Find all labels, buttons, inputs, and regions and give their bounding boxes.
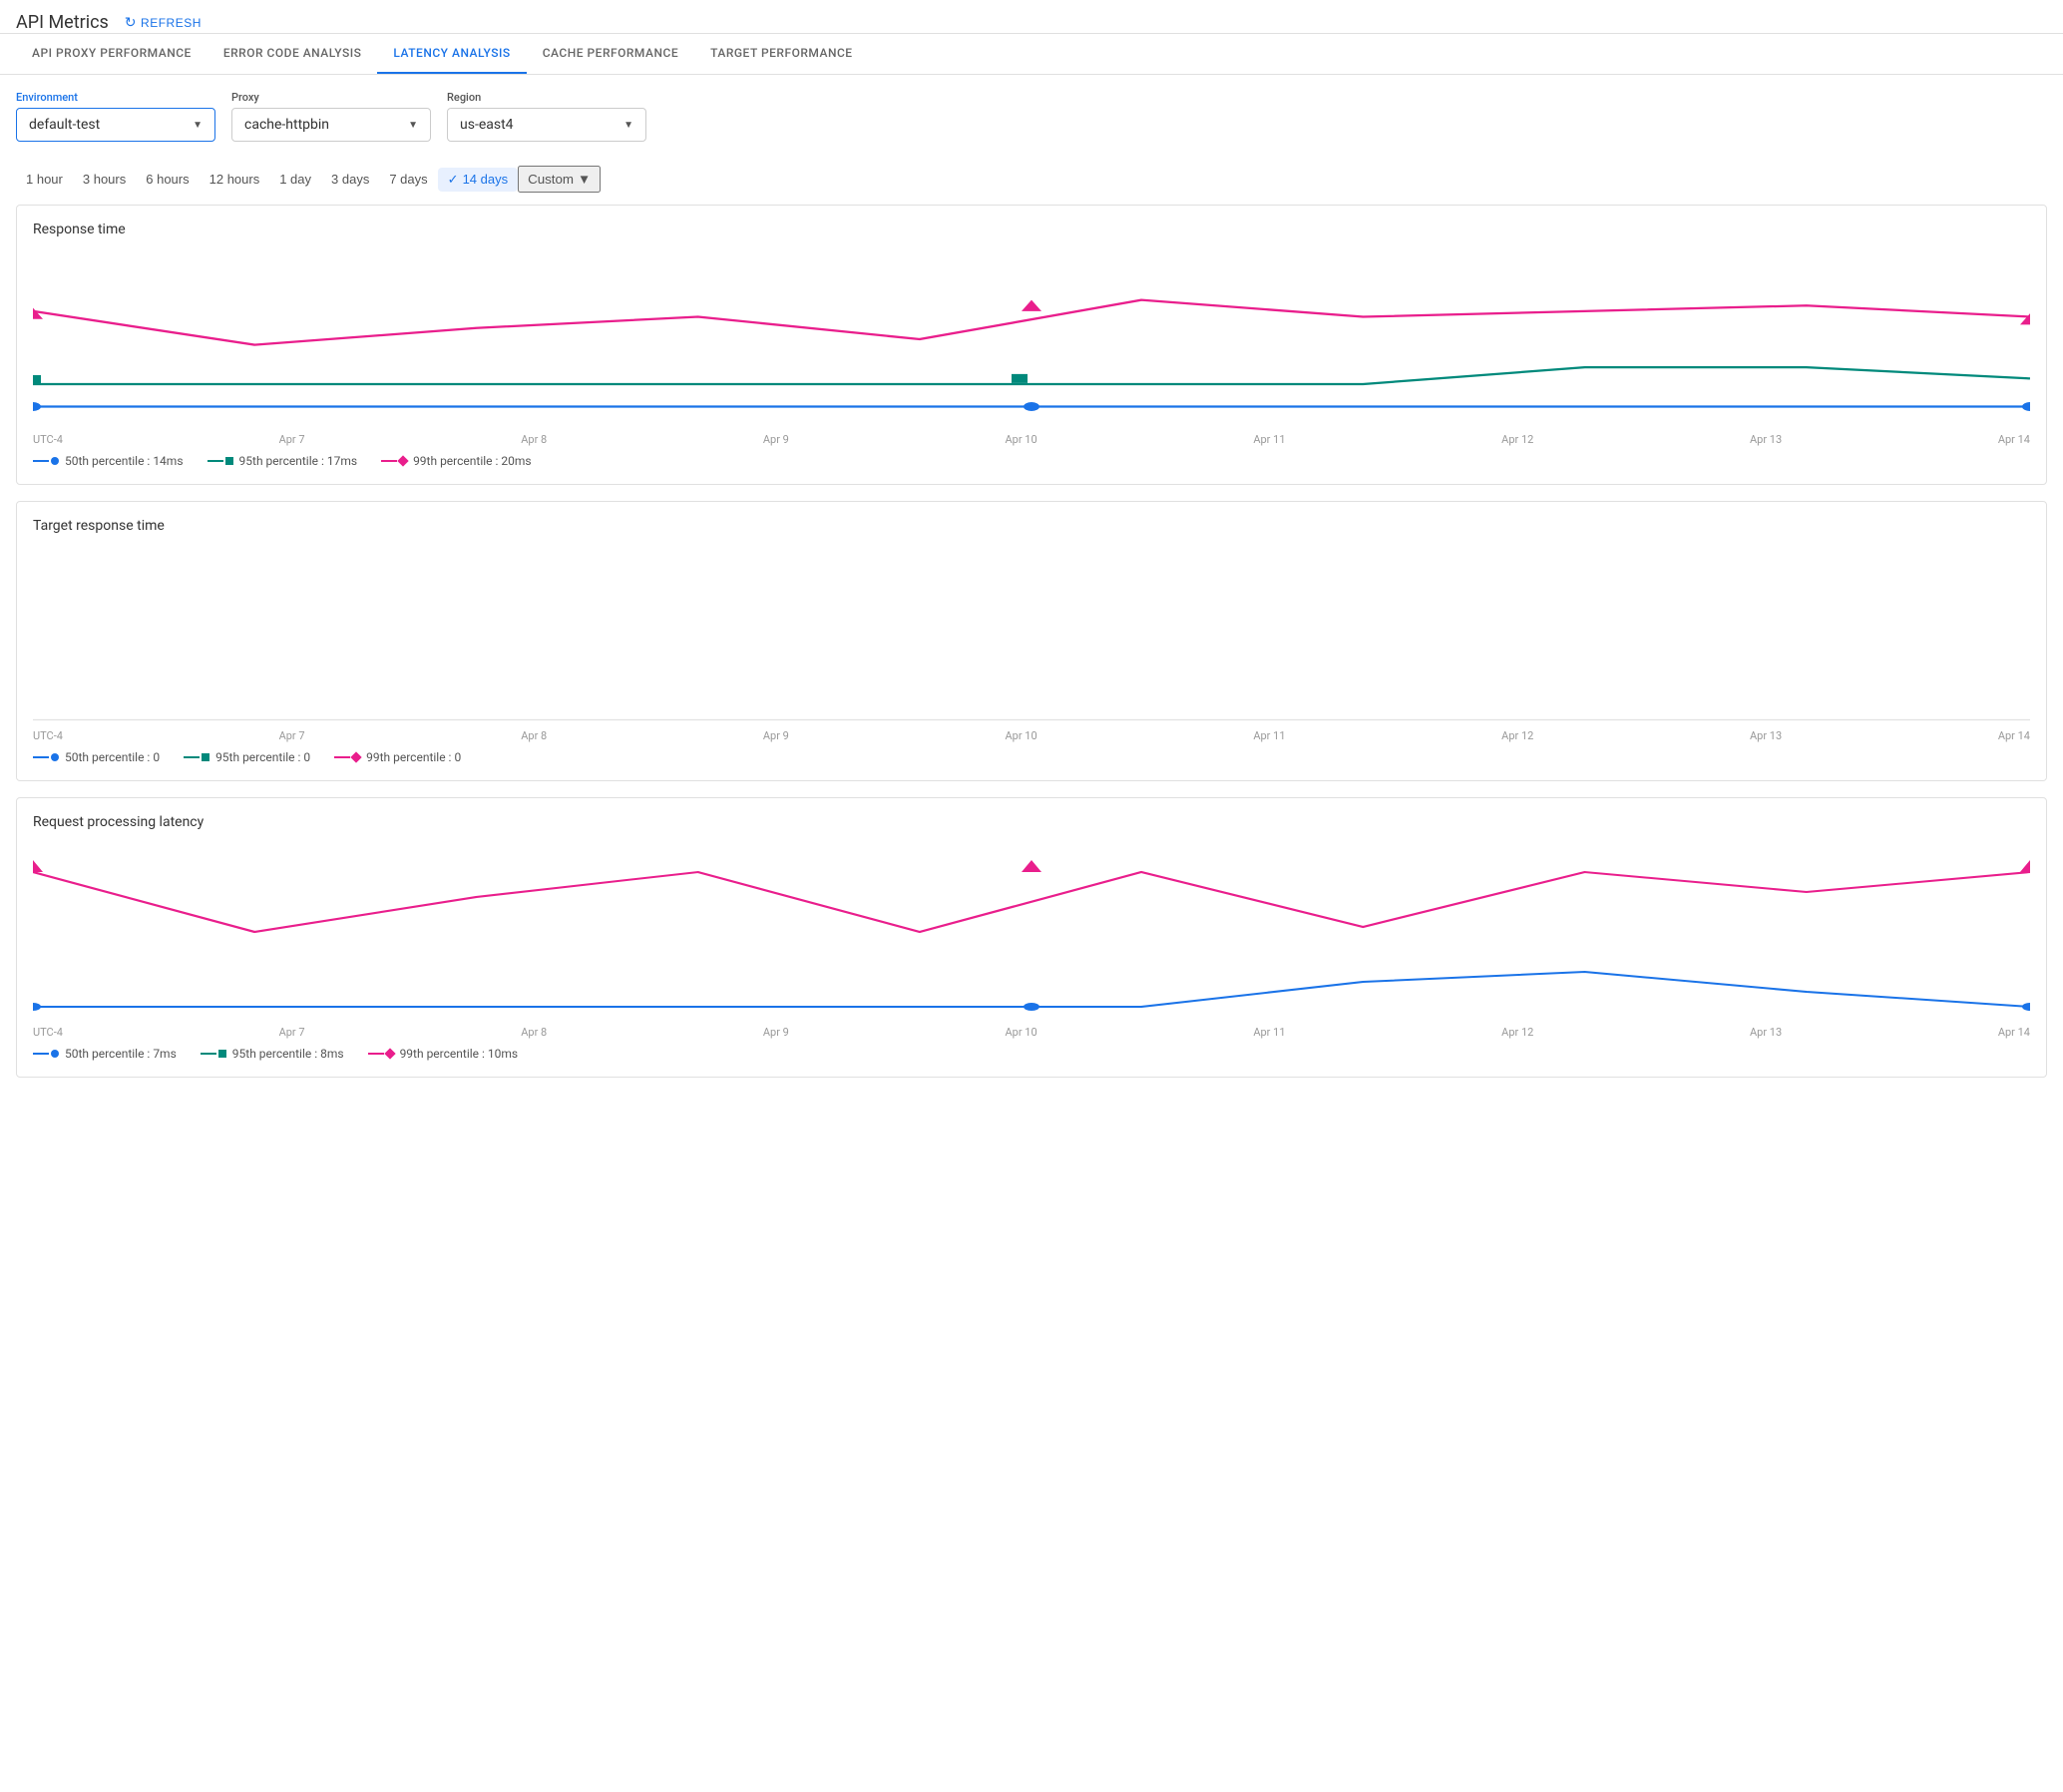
legend-99th-diamond (397, 455, 408, 466)
time-custom[interactable]: Custom ▼ (518, 166, 601, 193)
environment-label: Environment (16, 91, 215, 104)
latency-legend-95th: 95th percentile : 8ms (201, 1047, 344, 1061)
response-time-chart: Response time UTC-4 Apr 7 (16, 205, 2047, 485)
target-response-time-svg (33, 546, 2030, 725)
request-processing-latency-chart: Request processing latency UTC-4 Apr 7 A… (16, 797, 2047, 1078)
page-header: API Metrics ↻ REFRESH (0, 0, 2063, 34)
target-response-time-chart: Target response time UTC-4 Apr 7 Apr 8 A… (16, 501, 2047, 781)
region-arrow-icon: ▼ (623, 120, 633, 131)
response-time-title: Response time (33, 222, 2030, 237)
latency-legend-99th: 99th percentile : 10ms (368, 1047, 519, 1061)
legend-95th-square (225, 457, 233, 465)
refresh-icon: ↻ (125, 14, 137, 31)
page-title: API Metrics (16, 12, 109, 33)
latency-legend-50th: 50th percentile : 7ms (33, 1047, 177, 1061)
target-response-time-svg-area (33, 546, 2030, 725)
time-6hours[interactable]: 6 hours (136, 168, 199, 191)
request-processing-latency-svg (33, 842, 2030, 1022)
charts-area: Response time UTC-4 Apr 7 (0, 205, 2063, 1094)
custom-arrow-icon: ▼ (578, 172, 591, 187)
environment-filter: Environment default-test ▼ (16, 91, 215, 142)
time-7days[interactable]: 7 days (379, 168, 437, 191)
region-label: Region (447, 91, 646, 104)
environment-arrow-icon: ▼ (193, 120, 203, 131)
response-time-legend: 50th percentile : 14ms 95th percentile :… (33, 454, 2030, 468)
time-1day[interactable]: 1 day (269, 168, 321, 191)
legend-50th-dot (51, 457, 59, 465)
checkmark-icon: ✓ (448, 172, 459, 188)
filters-bar: Environment default-test ▼ Proxy cache-h… (0, 75, 2063, 158)
request-processing-latency-title: Request processing latency (33, 814, 2030, 830)
legend-50th-line (33, 460, 49, 462)
time-filter-bar: 1 hour 3 hours 6 hours 12 hours 1 day 3 … (0, 158, 2063, 205)
tab-latency[interactable]: LATENCY ANALYSIS (377, 34, 526, 74)
target-response-time-title: Target response time (33, 518, 2030, 534)
response-time-svg (33, 249, 2030, 429)
proxy-label: Proxy (231, 91, 431, 104)
time-3days[interactable]: 3 days (321, 168, 379, 191)
target-response-time-legend: 50th percentile : 0 95th percentile : 0 … (33, 750, 2030, 764)
legend-99th: 99th percentile : 20ms (381, 454, 532, 468)
tab-bar: API PROXY PERFORMANCE ERROR CODE ANALYSI… (0, 34, 2063, 75)
target-legend-50th: 50th percentile : 0 (33, 750, 160, 764)
tab-cache[interactable]: CACHE PERFORMANCE (527, 34, 694, 74)
legend-95th-line (207, 460, 223, 462)
response-time-svg-area (33, 249, 2030, 429)
environment-select[interactable]: default-test ▼ (16, 108, 215, 142)
legend-95th: 95th percentile : 17ms (207, 454, 358, 468)
tab-error-code[interactable]: ERROR CODE ANALYSIS (207, 34, 378, 74)
region-select[interactable]: us-east4 ▼ (447, 108, 646, 142)
proxy-filter: Proxy cache-httpbin ▼ (231, 91, 431, 142)
proxy-arrow-icon: ▼ (408, 120, 418, 131)
time-3hours[interactable]: 3 hours (73, 168, 136, 191)
target-legend-95th: 95th percentile : 0 (184, 750, 310, 764)
region-filter: Region us-east4 ▼ (447, 91, 646, 142)
legend-50th: 50th percentile : 14ms (33, 454, 184, 468)
request-processing-latency-svg-area (33, 842, 2030, 1022)
target-legend-99th: 99th percentile : 0 (334, 750, 461, 764)
tab-target[interactable]: TARGET PERFORMANCE (694, 34, 868, 74)
refresh-button[interactable]: ↻ REFRESH (125, 14, 202, 31)
request-processing-latency-legend: 50th percentile : 7ms 95th percentile : … (33, 1047, 2030, 1061)
time-12hours[interactable]: 12 hours (200, 168, 270, 191)
tab-api-proxy[interactable]: API PROXY PERFORMANCE (16, 34, 207, 74)
time-14days[interactable]: ✓ 14 days (438, 168, 518, 192)
proxy-select[interactable]: cache-httpbin ▼ (231, 108, 431, 142)
legend-99th-line (381, 460, 397, 462)
target-response-time-x-axis: UTC-4 Apr 7 Apr 8 Apr 9 Apr 10 Apr 11 Ap… (33, 729, 2030, 742)
time-1hour[interactable]: 1 hour (16, 168, 73, 191)
response-time-x-axis: UTC-4 Apr 7 Apr 8 Apr 9 Apr 10 Apr 11 Ap… (33, 433, 2030, 446)
request-processing-latency-x-axis: UTC-4 Apr 7 Apr 8 Apr 9 Apr 10 Apr 11 Ap… (33, 1026, 2030, 1039)
